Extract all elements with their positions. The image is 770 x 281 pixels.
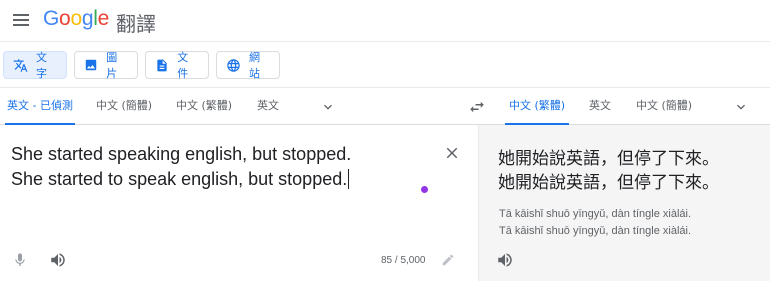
source-listen-speaker-icon[interactable] (49, 251, 67, 269)
target-lang-more-chevron-down-icon[interactable] (733, 99, 749, 115)
document-mode-button[interactable]: 文件 (145, 51, 209, 80)
text-caret (348, 169, 350, 189)
romanization-line: Tā kāishǐ shuō yīngyǔ, dàn tíngle xiàlái… (499, 208, 692, 220)
image-icon (84, 58, 98, 73)
source-lang-chinese-simplified[interactable]: 中文 (簡體) (96, 88, 152, 125)
text-mode-button[interactable]: 文字 (3, 51, 67, 80)
translation-output-area: 她開始說英語，但停了下來。 她開始說英語，但停了下來。 Tā kāishǐ sh… (478, 125, 770, 281)
main-menu-button[interactable] (10, 9, 32, 31)
website-mode-button[interactable]: 網站 (216, 51, 280, 80)
translation-text-line: 她開始說英語，但停了下來。 (498, 149, 719, 169)
source-lang-detected[interactable]: 英文 - 已偵測 (5, 88, 75, 125)
source-lang-chinese-traditional[interactable]: 中文 (繁體) (176, 88, 232, 125)
source-text-line: She started to speak english, but stoppe… (11, 169, 350, 189)
translation-text-line: 她開始說英語，但停了下來。 (498, 173, 719, 193)
google-logo[interactable]: Google (43, 7, 109, 31)
image-mode-label: 圖片 (106, 51, 118, 80)
romanization-line: Tā kāishǐ shuō yīngyǔ, dàn tíngle xiàlái… (499, 225, 692, 237)
mode-selector: 文字 圖片 文件 網站 (3, 51, 280, 80)
website-mode-label: 網站 (249, 51, 260, 80)
app-header: Google 翻譯 (0, 0, 770, 42)
menu-bar (13, 14, 29, 16)
document-mode-label: 文件 (177, 51, 189, 80)
translation-listen-speaker-icon[interactable] (496, 251, 514, 269)
product-name: 翻譯 (116, 12, 156, 36)
target-lang-chinese-traditional[interactable]: 中文 (繁體) (505, 88, 570, 125)
translate-icon (13, 58, 28, 73)
swap-languages-icon[interactable] (468, 98, 486, 116)
source-text-area[interactable]: She started speaking english, but stoppe… (0, 125, 478, 281)
clear-text-close-icon[interactable] (443, 144, 461, 162)
character-count: 85 / 5,000 (381, 255, 426, 266)
edit-pencil-icon[interactable] (441, 253, 455, 267)
source-text-line: She started speaking english, but stoppe… (11, 144, 352, 164)
source-lang-english[interactable]: 英文 (257, 88, 279, 125)
target-lang-chinese-simplified[interactable]: 中文 (簡體) (636, 88, 692, 125)
target-lang-english[interactable]: 英文 (589, 88, 611, 125)
source-lang-more-chevron-down-icon[interactable] (320, 99, 336, 115)
menu-bar (13, 19, 29, 21)
language-bar: 英文 - 已偵測 中文 (簡體) 中文 (繁體) 英文 中文 (繁體) 英文 中… (0, 87, 770, 125)
cursor-indicator-dot (421, 186, 428, 193)
text-mode-label: 文字 (36, 51, 47, 80)
microphone-icon[interactable] (12, 251, 28, 269)
globe-icon (226, 58, 241, 73)
menu-bar (13, 24, 29, 26)
image-mode-button[interactable]: 圖片 (74, 51, 138, 80)
document-icon (155, 58, 169, 73)
